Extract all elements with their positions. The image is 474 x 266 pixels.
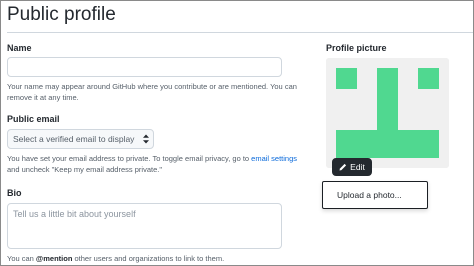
public-email-selected: Select a verified email to display	[13, 134, 135, 144]
edit-avatar-label: Edit	[350, 162, 365, 172]
bio-note: You can @mention other users and organiz…	[7, 253, 307, 264]
profile-settings-frame: Public profile Name Your name may appear…	[0, 0, 474, 266]
name-note: Your name may appear around GitHub where…	[7, 82, 297, 102]
title-divider	[7, 32, 473, 33]
bio-label: Bio	[7, 188, 22, 198]
bio-note-text: You can	[7, 254, 36, 263]
email-note-text-end: and uncheck "Keep my email address priva…	[7, 165, 162, 174]
profile-picture-label: Profile picture	[326, 43, 387, 53]
bio-textarea[interactable]	[7, 203, 282, 249]
email-settings-link[interactable]: email settings	[251, 154, 297, 163]
pencil-icon	[339, 163, 347, 171]
name-label: Name	[7, 43, 32, 53]
public-email-label: Public email	[7, 114, 60, 124]
bio-note-mention: @mention	[35, 254, 73, 263]
bio-note-text-end: other users and organizations to link to…	[72, 254, 225, 263]
public-email-note: You have set your email address to priva…	[7, 153, 307, 175]
avatar-edit-menu: Upload a photo...	[322, 181, 428, 209]
identicon-image	[326, 58, 449, 168]
page-title: Public profile	[7, 4, 116, 25]
avatar[interactable]	[326, 58, 449, 168]
public-email-select[interactable]: Select a verified email to display	[7, 129, 154, 149]
upload-photo-menu-item[interactable]: Upload a photo...	[323, 190, 402, 200]
email-note-text: You have set your email address to priva…	[7, 154, 252, 163]
edit-avatar-button[interactable]: Edit	[332, 158, 372, 176]
name-input[interactable]	[7, 57, 282, 77]
select-arrows-icon	[143, 134, 149, 144]
